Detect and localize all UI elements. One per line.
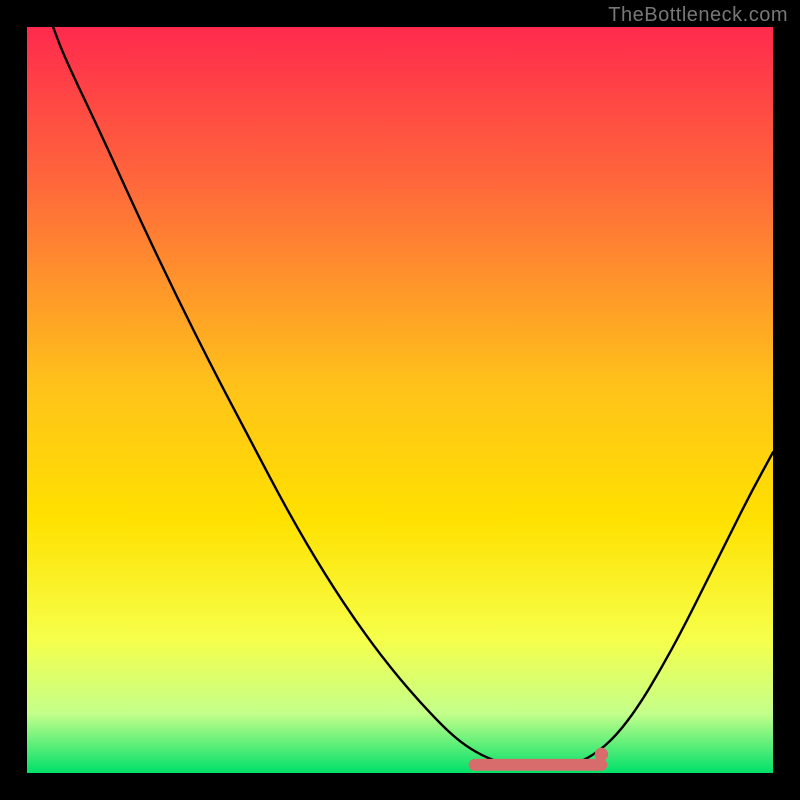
gradient-background: [27, 27, 773, 773]
chart-svg: [27, 27, 773, 773]
plot-area: [27, 27, 773, 773]
chart-frame: TheBottleneck.com: [0, 0, 800, 800]
watermark-text: TheBottleneck.com: [608, 4, 788, 27]
optimal-end-dot: [595, 748, 608, 761]
